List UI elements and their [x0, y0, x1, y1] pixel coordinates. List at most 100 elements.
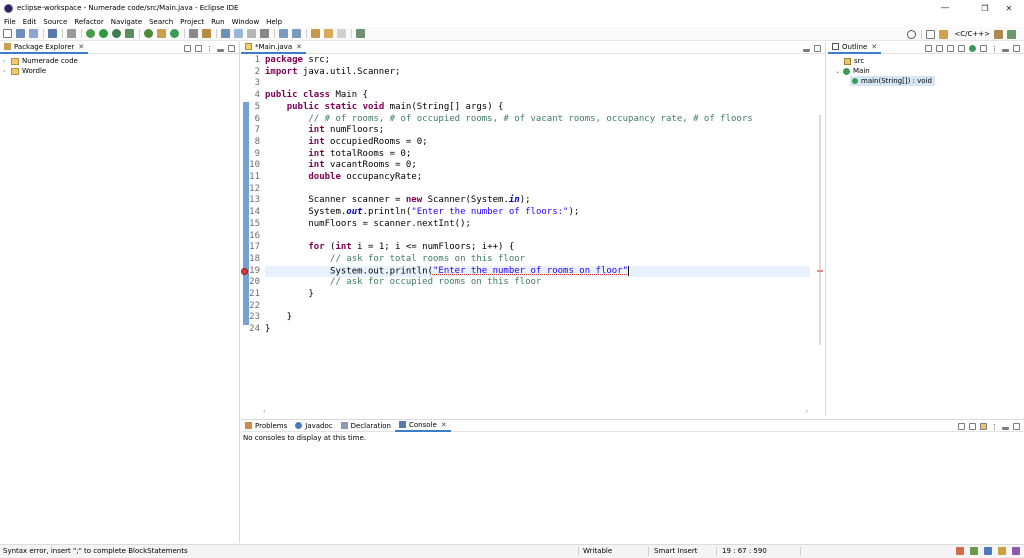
tree-item-project[interactable]: › Numerade code: [0, 56, 239, 66]
minimize-view-icon[interactable]: [803, 48, 810, 52]
code-line[interactable]: public static void main(String[] args) {: [265, 102, 810, 114]
code-line[interactable]: [265, 231, 810, 243]
hide-fields-icon[interactable]: [947, 44, 954, 52]
search-icon[interactable]: [907, 29, 917, 39]
chevron-right-icon[interactable]: ›: [3, 58, 9, 65]
last-edit-location-icon[interactable]: [311, 29, 320, 38]
view-menu-icon[interactable]: ⋮: [206, 45, 213, 53]
marketplace-icon[interactable]: [1012, 547, 1020, 555]
status-cursor-position[interactable]: 19 : 67 : 590: [722, 545, 767, 558]
editor-horizontal-scrollbar[interactable]: ‹ ›: [263, 408, 808, 415]
code-line[interactable]: // ask for total rooms on this floor: [265, 254, 810, 266]
maximize-view-icon[interactable]: [1013, 422, 1020, 430]
display-selected-console-icon[interactable]: [969, 422, 976, 430]
code-line[interactable]: }: [265, 324, 810, 336]
close-icon[interactable]: ✕: [296, 43, 302, 51]
code-line[interactable]: [265, 78, 810, 90]
save-icon[interactable]: [16, 29, 25, 38]
menu-help[interactable]: Help: [266, 18, 282, 26]
maximize-view-icon[interactable]: [1013, 44, 1020, 52]
hide-non-public-icon[interactable]: [969, 44, 976, 52]
minimize-view-icon[interactable]: [1002, 48, 1009, 52]
tab-console[interactable]: Console ✕: [395, 420, 451, 432]
menu-window[interactable]: Window: [232, 18, 260, 26]
menu-edit[interactable]: Edit: [23, 18, 37, 26]
tab-outline[interactable]: Outline ✕: [828, 41, 882, 54]
tab-main-java[interactable]: *Main.java ✕: [241, 42, 306, 54]
code-line[interactable]: [265, 301, 810, 313]
coverage-icon[interactable]: [112, 29, 121, 38]
menu-navigate[interactable]: Navigate: [111, 18, 142, 26]
chevron-right-icon[interactable]: ›: [3, 68, 9, 75]
open-console-icon[interactable]: [980, 422, 987, 430]
close-icon[interactable]: ✕: [441, 421, 447, 429]
hide-static-icon[interactable]: [958, 44, 965, 52]
code-line[interactable]: int numFloors;: [265, 125, 810, 137]
tab-declaration[interactable]: Declaration: [337, 420, 395, 432]
cpp-perspective-icon[interactable]: [939, 29, 949, 39]
menu-refactor[interactable]: Refactor: [74, 18, 103, 26]
skip-breakpoints-icon[interactable]: [67, 29, 76, 38]
pin-console-icon[interactable]: [958, 422, 965, 430]
error-overview-marker[interactable]: [817, 270, 823, 272]
code-line[interactable]: // ask for occupied rooms on this floor: [265, 277, 810, 289]
new-java-project-icon[interactable]: [144, 29, 153, 38]
forward-icon[interactable]: [337, 29, 346, 38]
menu-project[interactable]: Project: [180, 18, 204, 26]
minimize-view-icon[interactable]: [217, 48, 224, 52]
status-insert-mode[interactable]: Smart Insert: [654, 545, 697, 558]
scroll-left-icon[interactable]: ‹: [263, 408, 265, 415]
code-line[interactable]: int occupiedRooms = 0;: [265, 137, 810, 149]
new-package-icon[interactable]: [157, 29, 166, 38]
view-menu-icon[interactable]: ⋮: [991, 45, 998, 53]
close-icon[interactable]: ✕: [78, 43, 84, 51]
open-perspective-icon[interactable]: [926, 29, 936, 39]
tips-icon[interactable]: [998, 547, 1006, 555]
toggle-block-selection-icon[interactable]: [247, 29, 256, 38]
collapse-all-icon[interactable]: [184, 44, 191, 52]
link-with-editor-icon[interactable]: [195, 44, 202, 52]
open-type-icon[interactable]: [189, 29, 198, 38]
editor-vertical-scrollbar[interactable]: [817, 55, 823, 405]
tab-problems[interactable]: Problems: [241, 420, 291, 432]
code-line[interactable]: numFloors = scanner.nextInt();: [265, 219, 810, 231]
minimize-button[interactable]: —: [930, 0, 960, 16]
scroll-right-icon[interactable]: ›: [806, 408, 808, 415]
scrollbar-thumb[interactable]: [819, 115, 821, 345]
code-line[interactable]: // # of rooms, # of occupied rooms, # of…: [265, 114, 810, 126]
code-line[interactable]: Scanner scanner = new Scanner(System.in)…: [265, 195, 810, 207]
code-line[interactable]: [265, 184, 810, 196]
new-class-icon[interactable]: [170, 29, 179, 38]
outline-item-package[interactable]: src: [828, 56, 1024, 66]
annotation-ruler[interactable]: [241, 55, 249, 408]
sort-icon[interactable]: [936, 44, 943, 52]
back-icon[interactable]: [324, 29, 333, 38]
updates-icon[interactable]: [984, 547, 992, 555]
close-icon[interactable]: ✕: [871, 43, 877, 51]
code-area[interactable]: 1 2 3 4 5 6 7 8 9 10 11 12 13 14 15 16 1…: [241, 55, 825, 408]
show-whitespace-icon[interactable]: [260, 29, 269, 38]
save-all-icon[interactable]: [29, 29, 38, 38]
maximize-view-icon[interactable]: [814, 44, 821, 52]
tab-javadoc[interactable]: Javadoc: [291, 420, 336, 432]
code-line[interactable]: int vacantRooms = 0;: [265, 160, 810, 172]
menu-file[interactable]: File: [4, 18, 16, 26]
tree-item-project[interactable]: › Wordle: [0, 66, 239, 76]
notification-icon[interactable]: [956, 547, 964, 555]
outline-item-method[interactable]: main(String[]) : void: [828, 76, 1024, 86]
new-file-icon[interactable]: [3, 29, 12, 38]
minimize-view-icon[interactable]: [1002, 426, 1009, 430]
debug-perspective-icon[interactable]: [1007, 29, 1016, 39]
run-icon[interactable]: [99, 29, 108, 38]
toggle-word-wrap-icon[interactable]: [234, 29, 243, 38]
previous-annotation-icon[interactable]: [292, 29, 301, 38]
external-tools-icon[interactable]: [125, 29, 134, 38]
maximize-view-icon[interactable]: [228, 44, 235, 52]
menu-source[interactable]: Source: [43, 18, 67, 26]
pin-editor-icon[interactable]: [356, 29, 365, 38]
outline-item-class[interactable]: ⌄ Main: [828, 66, 1024, 76]
terminal-icon[interactable]: [48, 29, 57, 38]
view-menu-icon[interactable]: ⋮: [991, 423, 998, 431]
menu-search[interactable]: Search: [149, 18, 173, 26]
close-window-button[interactable]: ✕: [994, 0, 1024, 16]
